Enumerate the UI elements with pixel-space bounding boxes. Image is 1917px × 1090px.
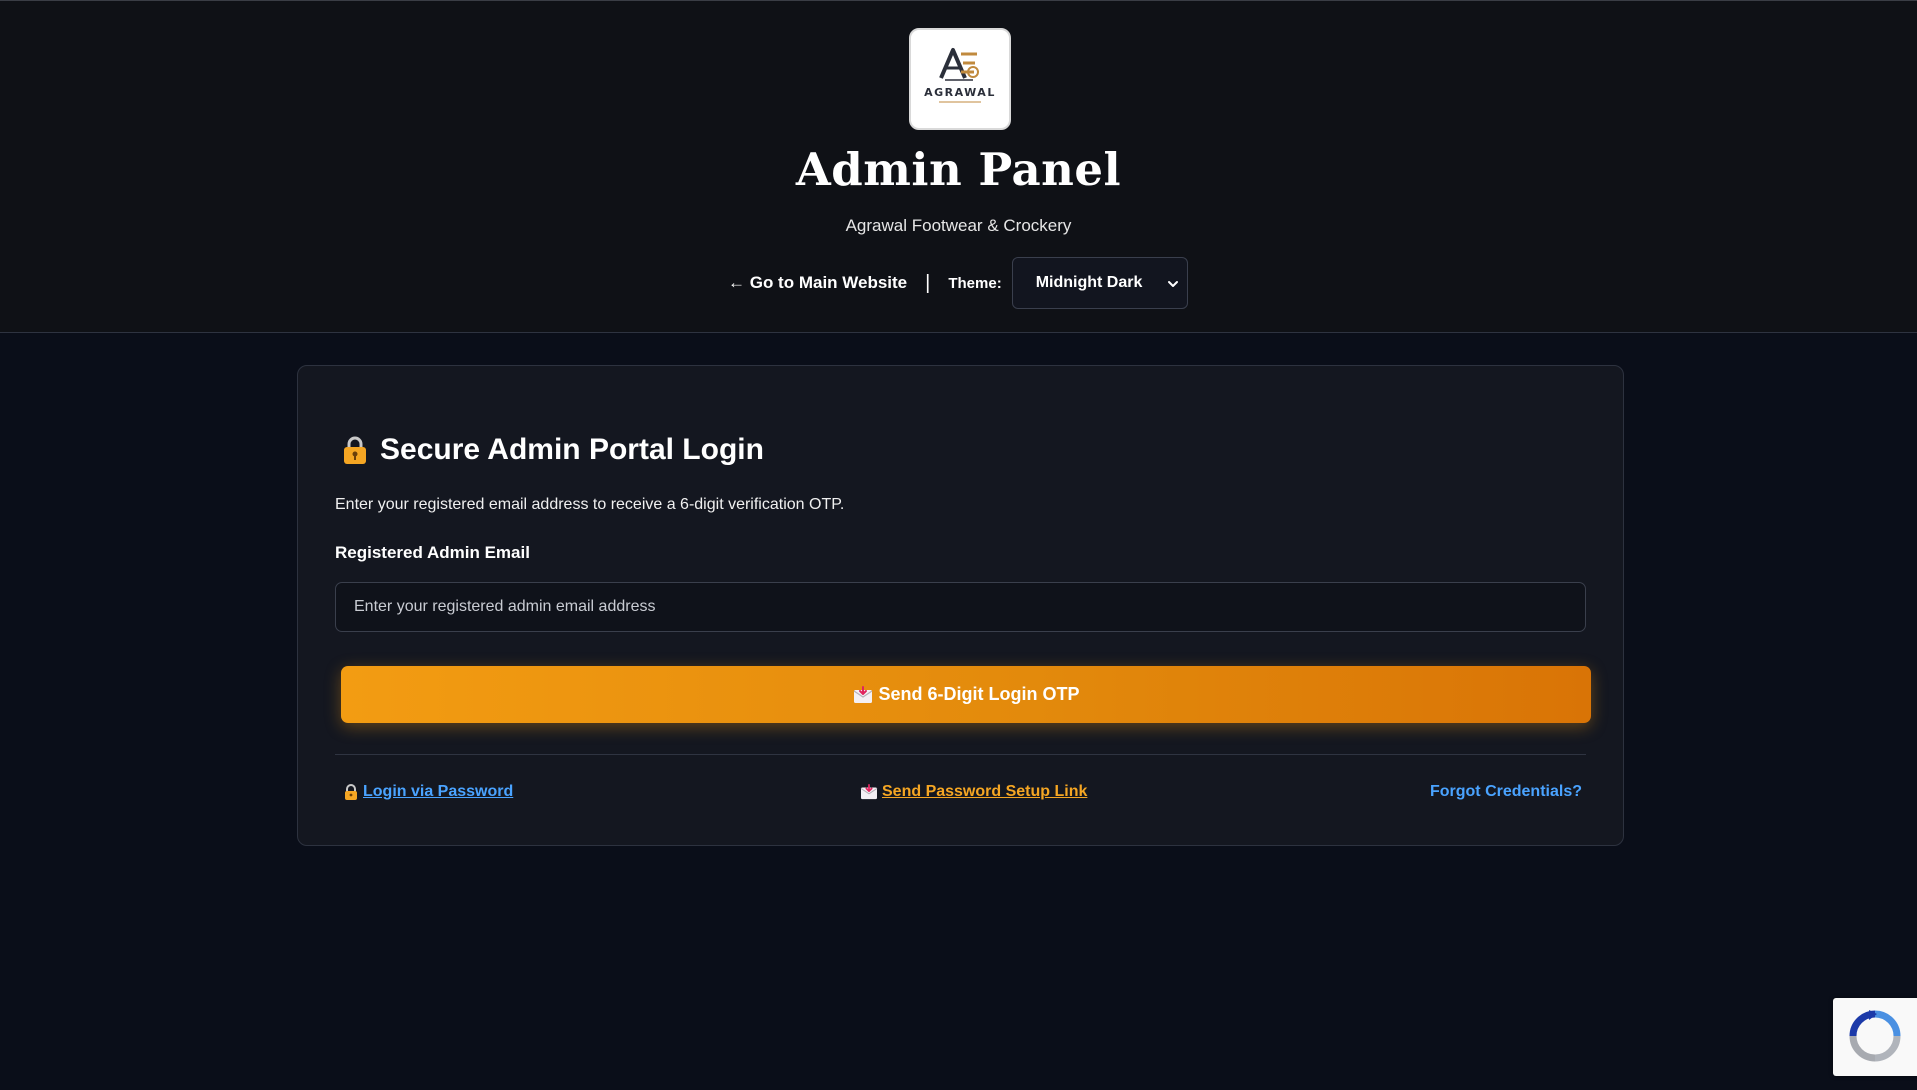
lock-icon [344, 436, 366, 464]
card-title: Secure Admin Portal Login [380, 433, 764, 466]
theme-label: Theme: [948, 274, 1002, 292]
go-to-main-website-link[interactable]: ← Go to Main Website [728, 273, 907, 293]
brand-logo-icon: AGRAWAL [924, 48, 996, 103]
recaptcha-badge[interactable] [1833, 998, 1917, 1076]
email-label: Registered Admin Email [335, 543, 530, 562]
page-subtitle: Agrawal Footwear & Crockery [845, 216, 1072, 235]
chevron-down-icon [1167, 281, 1178, 287]
send-otp-label: Send 6-Digit Login OTP [878, 684, 1080, 704]
login-via-password-label: Login via Password [363, 783, 514, 800]
send-otp-button[interactable]: Send 6-Digit Login OTP [341, 666, 1591, 723]
brand-logo: AGRAWAL [909, 28, 1011, 130]
envelope-icon [860, 784, 878, 800]
card-description: Enter your registered email address to r… [335, 496, 845, 513]
admin-login-page: AGRAWAL Admin Panel Agrawal Footwear & C… [0, 0, 1917, 1090]
header-nav: ← Go to Main Website | Theme: Midnight D… [728, 257, 1188, 309]
email-input[interactable] [335, 582, 1586, 632]
card-title-row: Secure Admin Portal Login [342, 433, 764, 467]
recaptcha-icon [1849, 1010, 1901, 1062]
page-title: Admin Panel [795, 143, 1122, 196]
forgot-credentials-label: Forgot Credentials? [1429, 783, 1582, 800]
send-password-setup-label: Send Password Setup Link [882, 783, 1088, 800]
envelope-icon [853, 685, 872, 703]
login-card: Secure Admin Portal Login Enter your reg… [297, 365, 1624, 846]
card-divider [335, 754, 1586, 755]
nav-separator: | [925, 271, 931, 294]
login-via-password-link[interactable]: Login via Password [343, 783, 513, 801]
send-password-setup-link[interactable]: Send Password Setup Link [860, 783, 1087, 801]
forgot-credentials-link[interactable]: Forgot Credentials? [1430, 783, 1582, 801]
lock-icon [345, 784, 357, 800]
theme-select[interactable]: Midnight Dark [1011, 257, 1188, 309]
theme-select-value: Midnight Dark [1035, 274, 1143, 291]
page-header: AGRAWAL Admin Panel Agrawal Footwear & C… [0, 0, 1917, 333]
svg-text:AGRAWAL: AGRAWAL [924, 86, 996, 99]
